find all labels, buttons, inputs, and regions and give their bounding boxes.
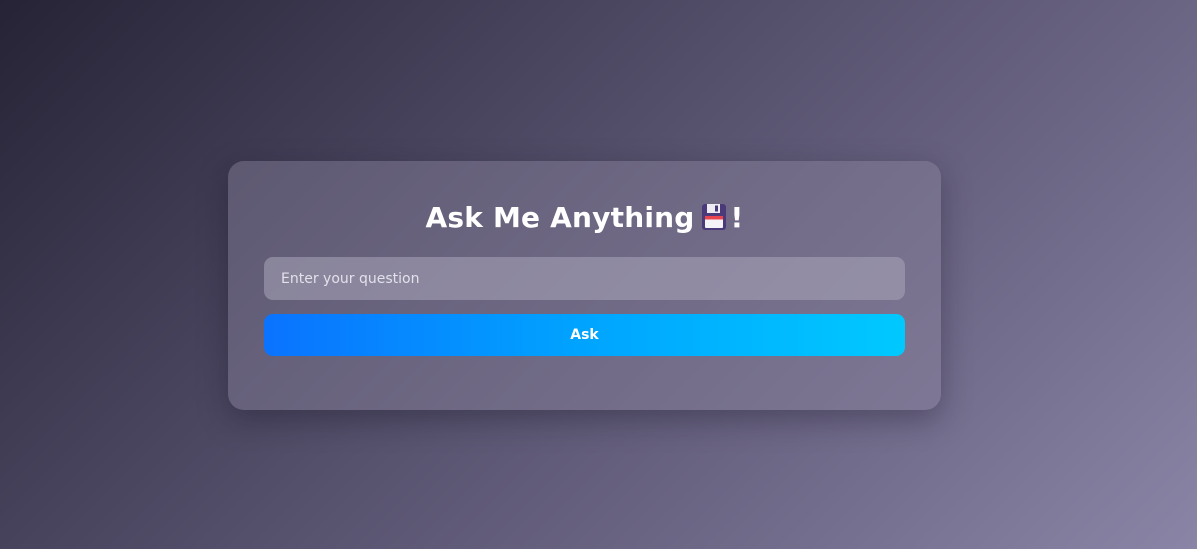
- page-title: Ask Me Anything !: [228, 199, 941, 237]
- floppy-disk-icon: [701, 204, 726, 230]
- ask-button[interactable]: Ask: [264, 314, 905, 356]
- question-input[interactable]: [264, 257, 905, 300]
- ask-card: Ask Me Anything ! Ask: [228, 161, 941, 410]
- page-title-suffix: !: [730, 201, 744, 234]
- page-title-text: Ask Me Anything: [425, 201, 695, 234]
